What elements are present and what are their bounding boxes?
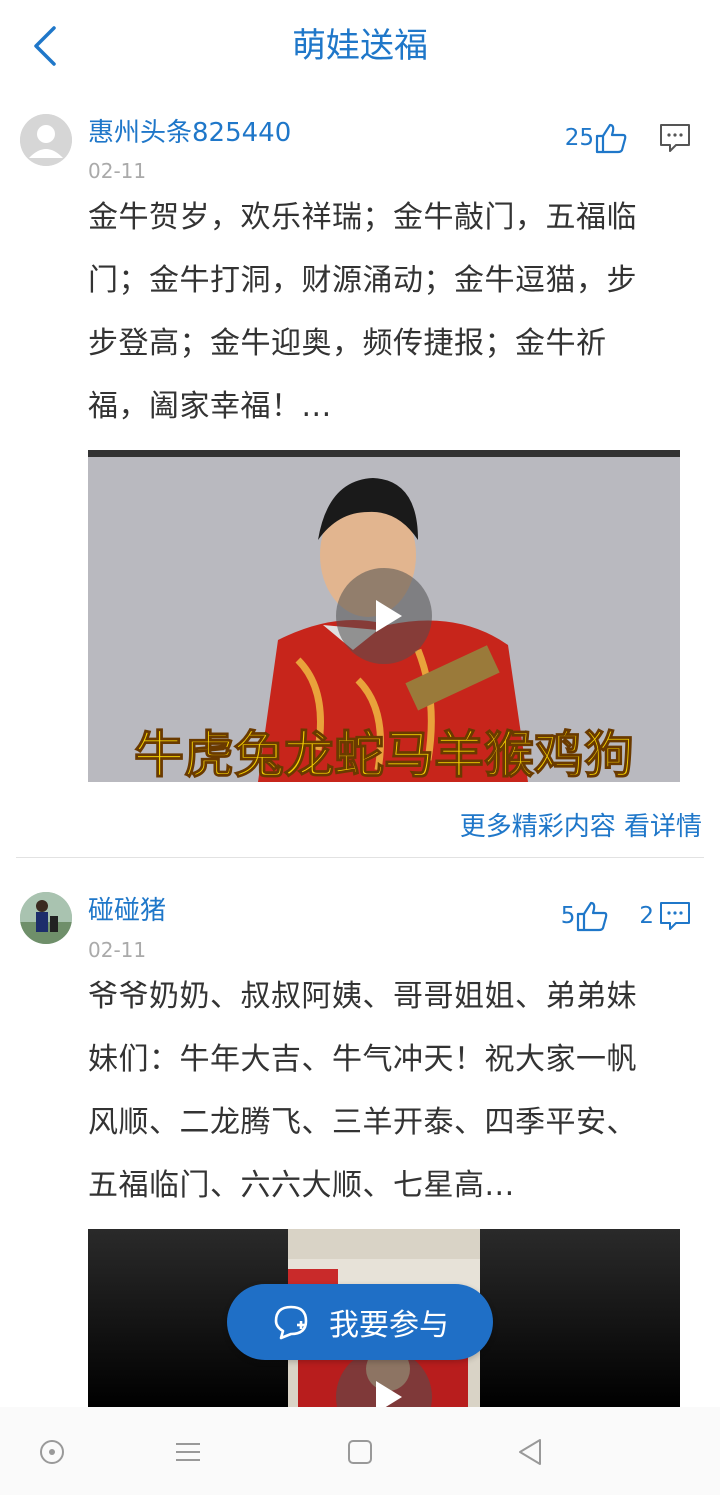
chat-plus-icon [274, 1305, 308, 1340]
square-icon [348, 1440, 372, 1464]
back-nav-button[interactable] [513, 1435, 547, 1469]
post-date: 02-11 [88, 159, 147, 183]
post-stats: 5 2 [561, 896, 692, 936]
participate-button[interactable]: 我要参与 [227, 1284, 493, 1360]
video-caption: 牛虎兔龙蛇马羊猴鸡狗 [134, 726, 634, 782]
comment-icon [660, 902, 690, 930]
system-nav-bar [0, 1407, 720, 1495]
default-avatar-icon [20, 114, 72, 166]
participate-label: 我要参与 [329, 1308, 449, 1343]
video-thumbnail[interactable]: 牛虎兔龙蛇马羊猴鸡狗 [88, 450, 680, 782]
comment-icon [660, 124, 690, 152]
circle-dot-icon [40, 1440, 64, 1464]
play-button[interactable] [336, 568, 432, 664]
comment-button[interactable] [658, 122, 692, 154]
like-count: 5 [560, 903, 576, 929]
like-count: 25 [564, 125, 594, 151]
play-icon [376, 600, 402, 632]
divider [16, 857, 704, 858]
like-button[interactable]: 25 [565, 122, 628, 154]
more-details-link[interactable]: 更多精彩内容 看详情 [460, 806, 702, 843]
menu-icon [176, 1443, 200, 1461]
triangle-back-icon [519, 1439, 541, 1465]
thumbs-up-icon [595, 123, 627, 154]
user-photo-icon [20, 892, 72, 944]
home-button[interactable] [343, 1435, 377, 1469]
post-text[interactable]: 爷爷奶奶、叔叔阿姨、哥哥姐姐、弟弟妹妹们：牛年大吉、牛气冲天！祝大家一帆风顺、二… [88, 965, 648, 1217]
post-text[interactable]: 金牛贺岁，欢乐祥瑞；金牛敲门，五福临门；金牛打洞，财源涌动；金牛逗猫，步步登高；… [88, 186, 648, 438]
play-icon [376, 1381, 402, 1407]
avatar[interactable] [20, 892, 72, 944]
assistant-button[interactable] [35, 1435, 69, 1469]
menu-button[interactable] [171, 1435, 205, 1469]
comment-button[interactable]: 2 [639, 900, 692, 932]
thumbs-up-icon [577, 901, 608, 932]
comment-count: 2 [639, 903, 654, 929]
top-bar: 萌娃送福 [0, 0, 720, 95]
avatar[interactable] [20, 114, 72, 166]
username[interactable]: 碰碰猪 [88, 894, 166, 928]
post-date: 02-11 [88, 938, 147, 962]
like-button[interactable]: 5 [561, 900, 610, 932]
page-title: 萌娃送福 [292, 26, 428, 66]
post-stats: 25 [565, 118, 692, 158]
username[interactable]: 惠州头条825440 [88, 116, 291, 150]
